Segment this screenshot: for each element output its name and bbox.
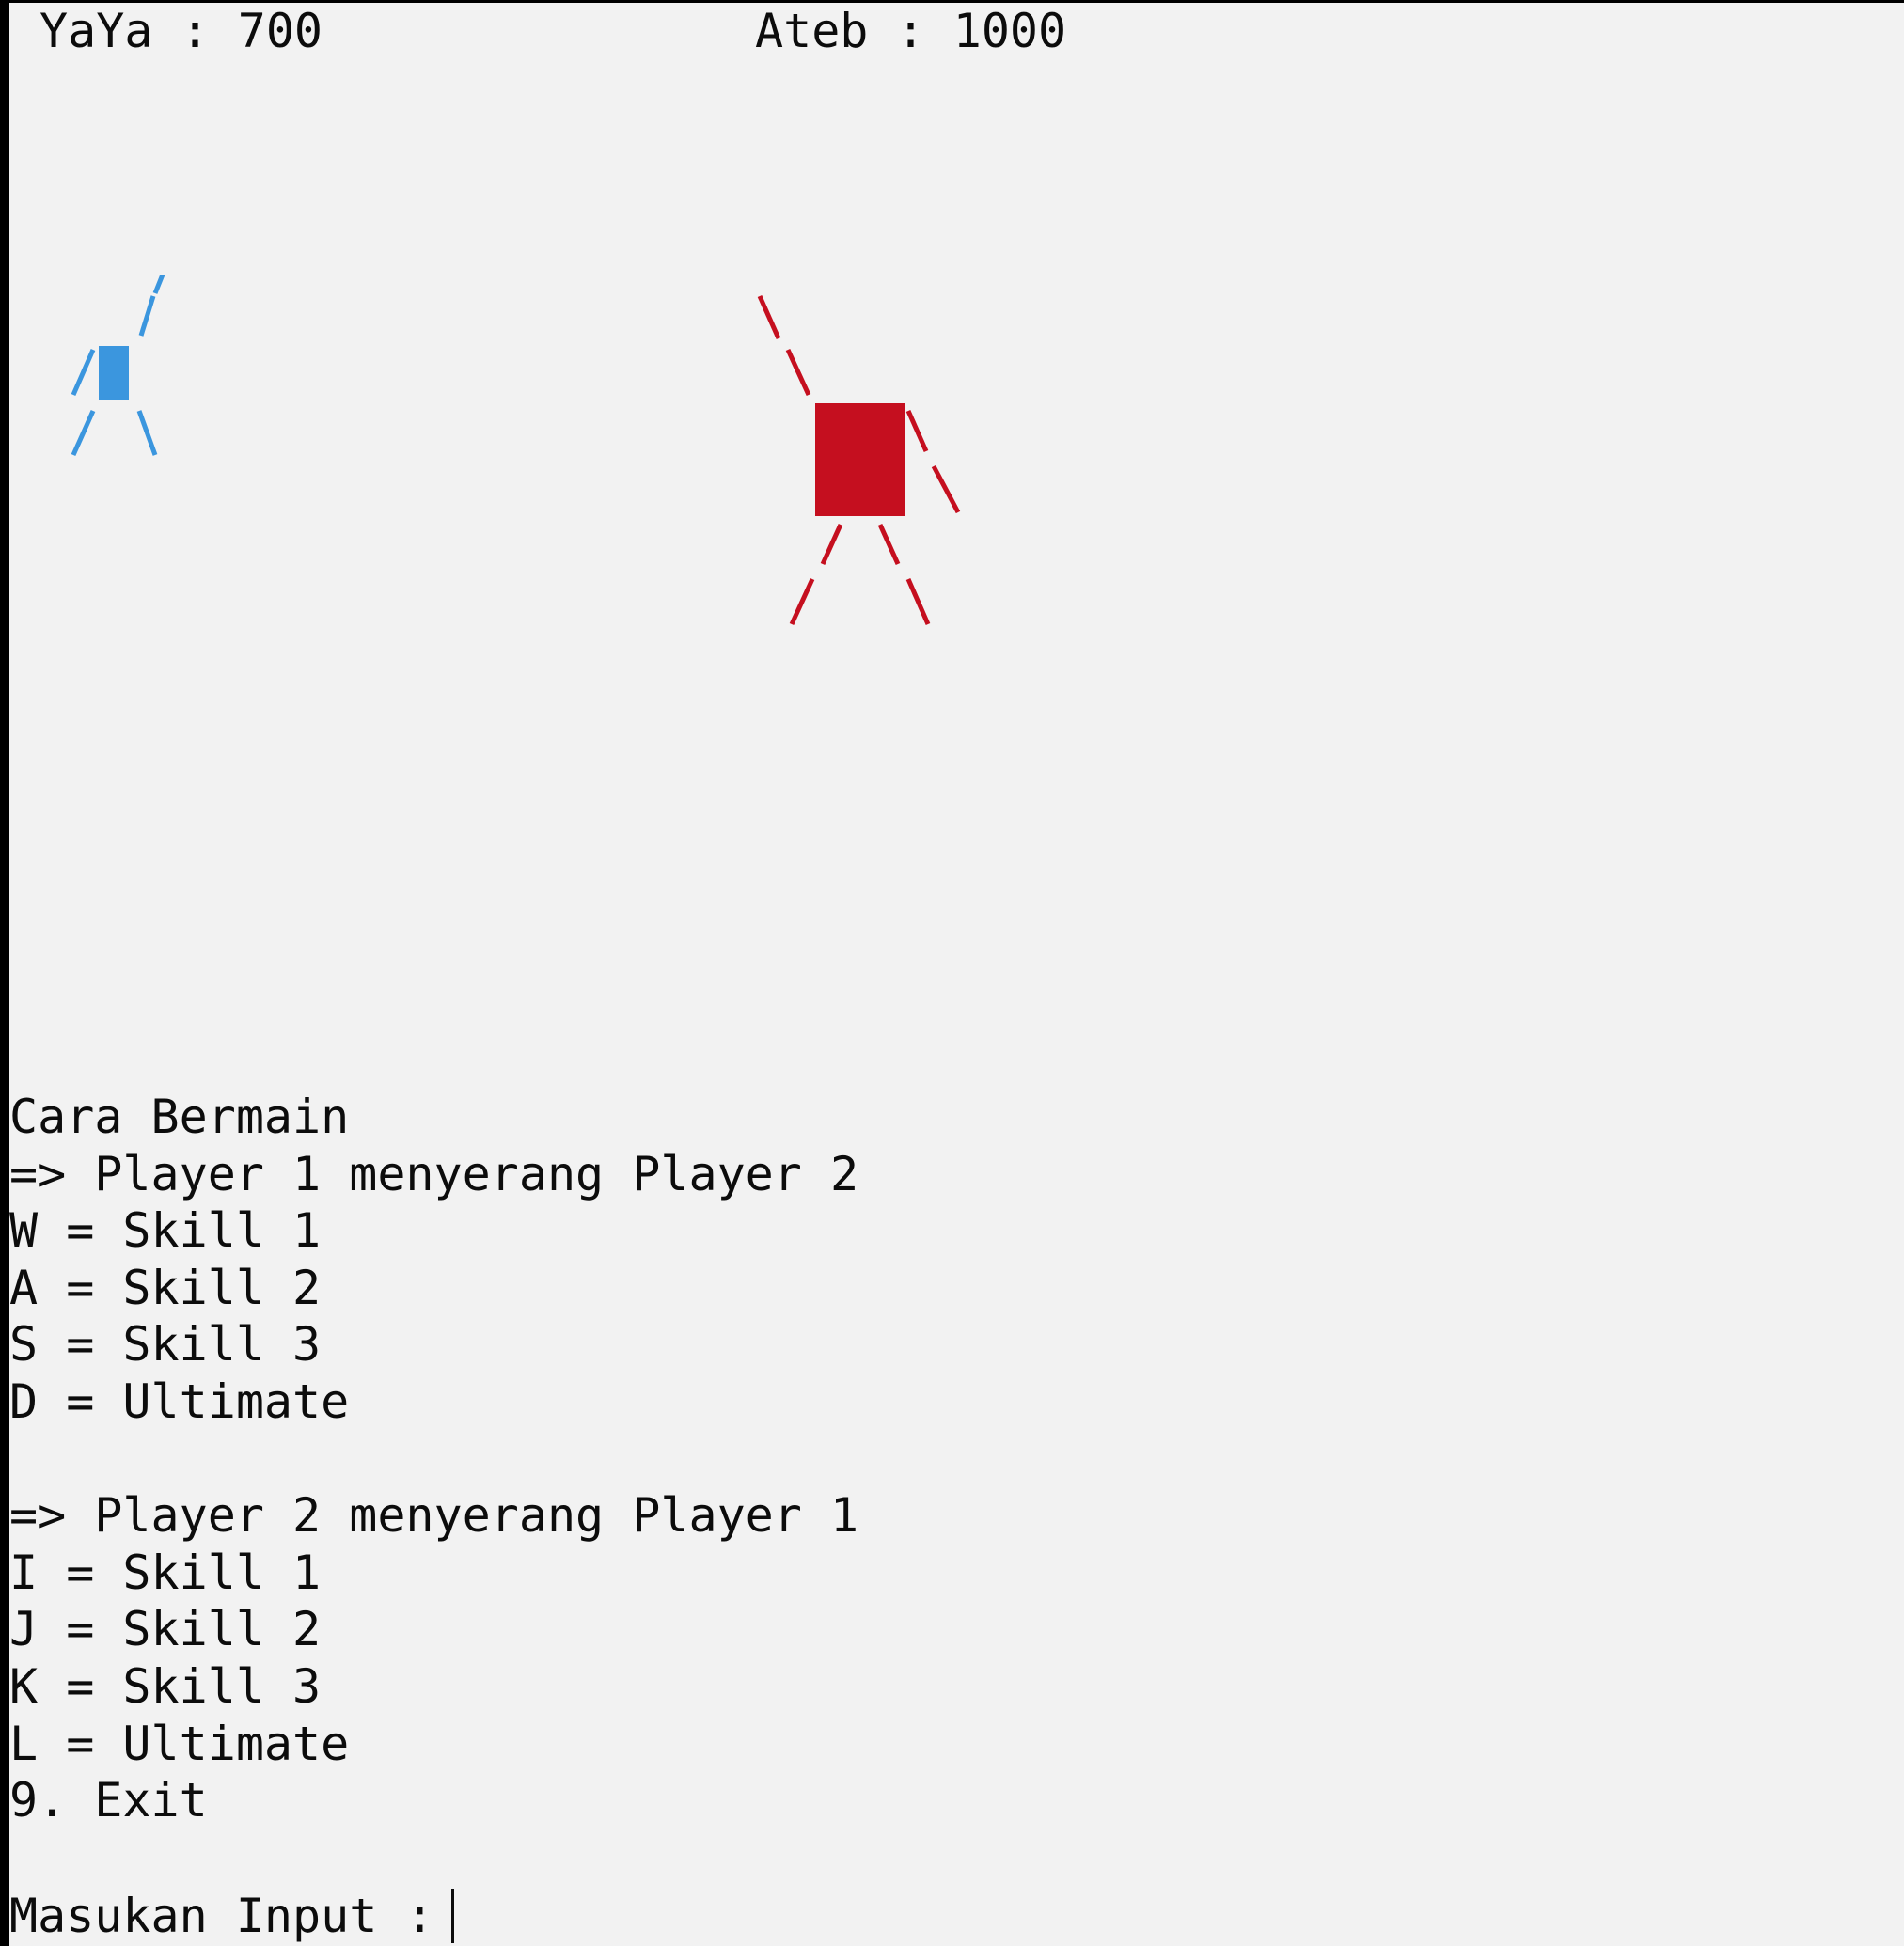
player2-leg-right-upper [877, 523, 901, 566]
input-prompt[interactable]: Masukan Input : [9, 1888, 454, 1944]
player2-arm-right-lower [931, 464, 961, 514]
player2-instructions-header: => Player 2 menyerang Player 1 [9, 1488, 859, 1544]
player2-key-skill3: K = Skill 3 [9, 1658, 322, 1714]
instructions-title: Cara Bermain [9, 1090, 350, 1144]
console-window: YaYa : 700 Ateb : 1000 Cara Bermain => P… [9, 3, 1904, 1946]
player1-key-skill3: S = Skill 3 [9, 1317, 322, 1373]
player2-leg-left-upper [820, 523, 843, 566]
player1-leg-left [71, 409, 96, 457]
player2-key-skill2: J = Skill 2 [9, 1602, 322, 1657]
player2-character [757, 294, 961, 626]
player2-key-ultimate: L = Ultimate [9, 1716, 350, 1771]
player2-body [815, 403, 905, 516]
player1-arm-upper [152, 275, 165, 294]
instructions-panel: Cara Bermain => Player 1 menyerang Playe… [9, 1089, 858, 1829]
player1-leg-right [136, 410, 158, 456]
exit-option: 9. Exit [9, 1773, 208, 1828]
text-cursor[interactable] [450, 1889, 454, 1943]
player1-health: YaYa : 700 [39, 4, 323, 58]
player2-arm-right-upper [905, 409, 929, 453]
player1-key-ultimate: D = Ultimate [9, 1373, 350, 1429]
player2-health: Ateb : 1000 [755, 4, 1067, 58]
player2-leg-right-lower [905, 577, 931, 626]
player1-key-skill1: W = Skill 1 [9, 1203, 322, 1259]
player2-leg-left-lower [789, 577, 815, 626]
player1-arm-left [71, 348, 96, 397]
player1-arm-raised [138, 295, 156, 337]
player1-key-skill2: A = Skill 2 [9, 1260, 322, 1315]
player1-character [71, 275, 165, 457]
player1-body [99, 346, 129, 400]
battle-arena [71, 275, 961, 626]
input-prompt-label: Masukan Input : [9, 1889, 434, 1943]
player1-instructions-header: => Player 1 menyerang Player 2 [9, 1146, 859, 1201]
player2-arm-lower [785, 348, 811, 397]
player2-key-skill1: I = Skill 1 [9, 1545, 322, 1600]
player2-arm-upper [757, 294, 781, 340]
